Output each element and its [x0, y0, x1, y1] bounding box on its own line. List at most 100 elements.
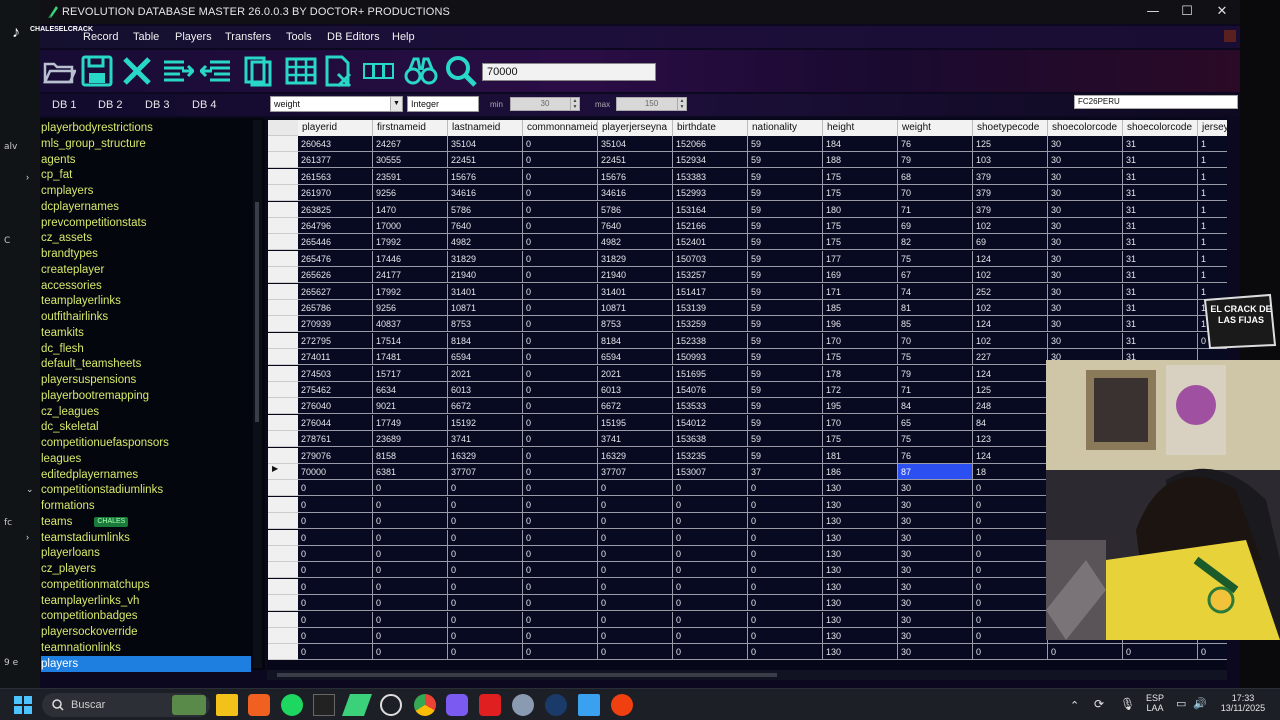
table-cell[interactable]: 0	[523, 382, 598, 398]
table-cell[interactable]: 17749	[373, 414, 448, 431]
table-cell[interactable]: 0	[373, 644, 448, 661]
table-cell[interactable]: 17514	[373, 332, 448, 349]
table-cell[interactable]: 79	[898, 152, 973, 169]
row-header[interactable]: ▶	[268, 464, 298, 480]
table-cell[interactable]: 0	[973, 562, 1048, 579]
table-cell[interactable]: 150993	[673, 349, 748, 366]
network-icon[interactable]: ▭	[1176, 697, 1186, 710]
table-cell[interactable]: 59	[748, 201, 823, 218]
table-list-item[interactable]: playerbootremapping	[41, 388, 251, 404]
table-cell[interactable]: 3741	[448, 431, 523, 448]
table-cell[interactable]: 23591	[373, 168, 448, 185]
table-cell[interactable]: 279076	[298, 447, 373, 464]
tab-db4[interactable]: DB 4	[192, 99, 216, 111]
table-cell[interactable]: 152066	[673, 136, 748, 152]
table-cell[interactable]: 40837	[373, 316, 448, 333]
chrome-icon[interactable]	[414, 694, 436, 716]
table-cell[interactable]: 30	[1048, 332, 1123, 349]
table-cell[interactable]: 154076	[673, 382, 748, 398]
table-cell[interactable]: 34616	[448, 185, 523, 202]
table-cell[interactable]: 0	[1198, 644, 1227, 661]
column-header[interactable]: firstnameid	[373, 120, 448, 136]
filter-input[interactable]: FC26PERU	[1074, 95, 1238, 109]
table-cell[interactable]: 171	[823, 283, 898, 300]
chevron-right-icon[interactable]: ›	[26, 532, 29, 542]
table-cell[interactable]: 87	[898, 464, 973, 480]
table-cell[interactable]: 9021	[373, 398, 448, 415]
close-button[interactable]: ✕	[1205, 0, 1239, 24]
table-cell[interactable]: 31	[1123, 152, 1198, 169]
table-cell[interactable]: 75	[898, 431, 973, 448]
chevron-up-icon[interactable]: ⌃	[1070, 699, 1079, 712]
table-cell[interactable]: 0	[673, 578, 748, 595]
table-list-item[interactable]: cz_players	[41, 561, 251, 577]
table-cell[interactable]: 0	[673, 513, 748, 530]
row-header[interactable]	[268, 283, 298, 300]
table-cell[interactable]: 188	[823, 152, 898, 169]
red-app-icon[interactable]	[479, 694, 501, 716]
table-cell[interactable]: 125	[973, 136, 1048, 152]
table-cell[interactable]: 0	[748, 496, 823, 513]
table-cell[interactable]: 0	[523, 398, 598, 415]
table-list-item[interactable]: cz_leagues	[41, 404, 251, 420]
column-header[interactable]: shoecolorcode	[1048, 120, 1123, 136]
table-cell[interactable]: 31	[1123, 136, 1198, 152]
table-list-item[interactable]: formations	[41, 498, 251, 514]
table-cell[interactable]: 124	[973, 365, 1048, 382]
table-cell[interactable]: 21940	[598, 267, 673, 284]
table-cell[interactable]: 17000	[373, 218, 448, 234]
table-cell[interactable]: 30	[898, 496, 973, 513]
table-cell[interactable]: 70	[898, 332, 973, 349]
table-cell[interactable]: 272795	[298, 332, 373, 349]
table-cell[interactable]: 0	[598, 546, 673, 562]
delete-icon[interactable]	[120, 54, 154, 88]
table-cell[interactable]: 0	[373, 595, 448, 612]
table-cell[interactable]: 185	[823, 300, 898, 316]
table-cell[interactable]: 0	[298, 546, 373, 562]
table-cell[interactable]: 30	[898, 611, 973, 628]
chevron-down-icon[interactable]: ⌄	[26, 484, 34, 495]
table-cell[interactable]: 15192	[448, 414, 523, 431]
row-header[interactable]	[268, 431, 298, 448]
table-list-item[interactable]: leagues	[41, 451, 251, 467]
table-cell[interactable]: 6634	[373, 382, 448, 398]
table-cell[interactable]: 74	[898, 283, 973, 300]
table-cell[interactable]: 30	[1048, 218, 1123, 234]
table-cell[interactable]: 30	[1048, 185, 1123, 202]
table-cell[interactable]: 124	[973, 316, 1048, 333]
table-cell[interactable]: 18	[973, 464, 1048, 480]
column-header[interactable]: nationality	[748, 120, 823, 136]
row-header[interactable]	[268, 595, 298, 612]
table-cell[interactable]: 30	[898, 513, 973, 530]
table-cell[interactable]: 0	[373, 480, 448, 497]
table-cell[interactable]: 227	[973, 349, 1048, 366]
table-cell[interactable]: 0	[523, 611, 598, 628]
table-cell[interactable]: 0	[523, 644, 598, 661]
table-cell[interactable]: 0	[298, 578, 373, 595]
table-list-item[interactable]: outfithairlinks	[41, 309, 251, 325]
table-cell[interactable]: 276040	[298, 398, 373, 415]
table-cell[interactable]: 0	[673, 644, 748, 661]
min-spinner[interactable]: 30 ▲ ▼	[510, 97, 580, 111]
table-cell[interactable]: 0	[748, 595, 823, 612]
table-cell[interactable]: 6672	[448, 398, 523, 415]
table-cell[interactable]: 59	[748, 168, 823, 185]
table-cell[interactable]: 152993	[673, 185, 748, 202]
table-cell[interactable]: 59	[748, 332, 823, 349]
table-cell[interactable]: 0	[973, 611, 1048, 628]
column-header[interactable]: playerid	[298, 120, 373, 136]
table-cell[interactable]: 0	[448, 595, 523, 612]
table-cell[interactable]: 130	[823, 496, 898, 513]
table-cell[interactable]: 0	[298, 529, 373, 546]
table-cell[interactable]: 0	[523, 316, 598, 333]
menu-db-editors[interactable]: DB Editors	[327, 31, 380, 43]
table-cell[interactable]: 0	[973, 644, 1048, 661]
table-cell[interactable]: 1	[1198, 168, 1227, 185]
table-cell[interactable]: 22451	[448, 152, 523, 169]
table-cell[interactable]: 102	[973, 267, 1048, 284]
menu-transfers[interactable]: Transfers	[225, 31, 271, 43]
table-cell[interactable]: 130	[823, 611, 898, 628]
file-explorer-icon[interactable]	[216, 694, 238, 716]
table-cell[interactable]: 30	[1048, 168, 1123, 185]
table-cell[interactable]: 0	[598, 611, 673, 628]
